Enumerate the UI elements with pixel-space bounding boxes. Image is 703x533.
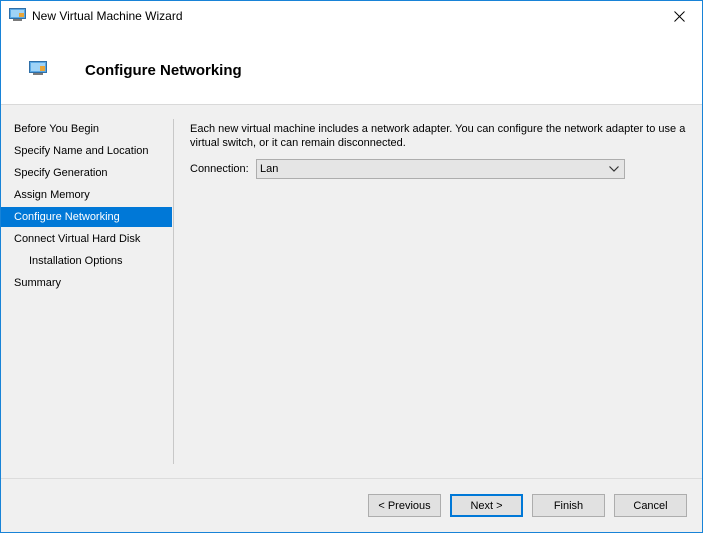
step-content: Each new virtual machine includes a netw… bbox=[190, 122, 690, 179]
nav-item-before-you-begin[interactable]: Before You Begin bbox=[1, 119, 172, 139]
virtual-machine-icon bbox=[29, 61, 47, 75]
connection-label: Connection: bbox=[190, 163, 249, 175]
chevron-down-icon bbox=[609, 166, 619, 172]
nav-item-assign-memory[interactable]: Assign Memory bbox=[1, 185, 172, 205]
wizard-steps-nav: Before You Begin Specify Name and Locati… bbox=[1, 119, 172, 295]
wizard-body: Before You Begin Specify Name and Locati… bbox=[1, 105, 702, 478]
connection-row: Connection: Lan bbox=[190, 159, 690, 181]
title-bar: New Virtual Machine Wizard bbox=[1, 1, 702, 31]
connection-dropdown[interactable]: Lan bbox=[256, 159, 625, 179]
window-title: New Virtual Machine Wizard bbox=[32, 9, 183, 23]
nav-item-installation-options[interactable]: Installation Options bbox=[1, 251, 172, 271]
next-button[interactable]: Next > bbox=[450, 494, 523, 517]
page-title: Configure Networking bbox=[85, 62, 242, 79]
previous-button[interactable]: < Previous bbox=[368, 494, 441, 517]
nav-item-specify-generation[interactable]: Specify Generation bbox=[1, 163, 172, 183]
cancel-button[interactable]: Cancel bbox=[614, 494, 687, 517]
close-icon bbox=[673, 10, 685, 22]
nav-item-configure-networking[interactable]: Configure Networking bbox=[1, 207, 172, 227]
virtual-machine-icon bbox=[9, 8, 26, 21]
nav-item-summary[interactable]: Summary bbox=[1, 273, 172, 293]
step-description: Each new virtual machine includes a netw… bbox=[190, 123, 686, 149]
sidebar-divider bbox=[173, 119, 174, 464]
nav-item-specify-name-and-location[interactable]: Specify Name and Location bbox=[1, 141, 172, 161]
wizard-window: New Virtual Machine Wizard Configure Net… bbox=[0, 0, 703, 533]
finish-button[interactable]: Finish bbox=[532, 494, 605, 517]
close-button[interactable] bbox=[656, 1, 702, 31]
connection-selected-value: Lan bbox=[260, 163, 279, 175]
wizard-header: Configure Networking bbox=[1, 31, 702, 104]
wizard-footer: < Previous Next > Finish Cancel bbox=[1, 479, 702, 532]
nav-item-connect-virtual-hard-disk[interactable]: Connect Virtual Hard Disk bbox=[1, 229, 172, 249]
